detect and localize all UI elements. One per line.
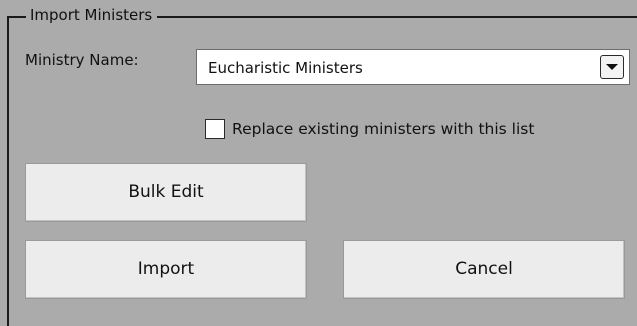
ministry-name-value: Eucharistic Ministers [208,59,363,77]
ministry-name-dropdown[interactable]: Eucharistic Ministers [196,49,630,85]
replace-existing-label[interactable]: Replace existing ministers with this lis… [232,119,534,139]
replace-existing-checkbox[interactable] [205,119,225,139]
bulk-edit-button[interactable]: Bulk Edit [25,163,307,222]
import-button[interactable]: Import [25,240,307,299]
dropdown-button[interactable] [600,55,624,79]
ministry-name-label: Ministry Name: [25,51,139,69]
cancel-button[interactable]: Cancel [343,240,625,299]
groupbox-title: Import Ministers [26,5,158,25]
chevron-down-icon [606,64,618,70]
